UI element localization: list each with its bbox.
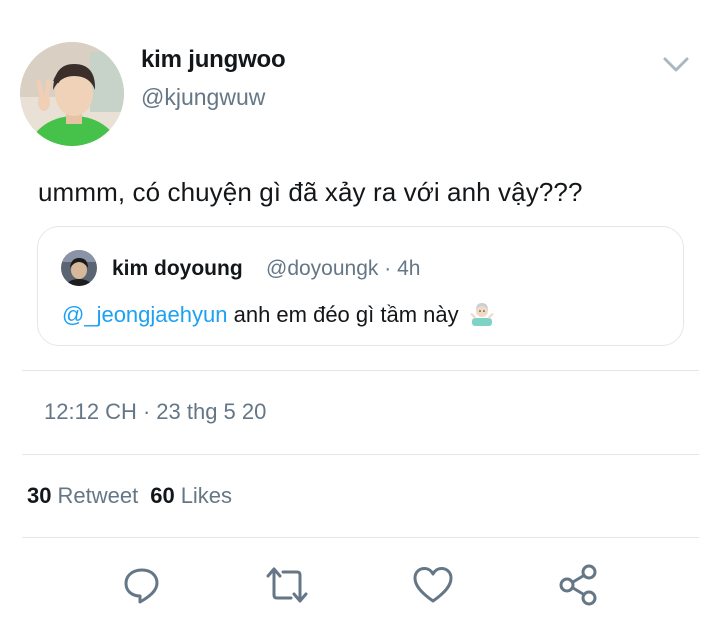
person-shrugging-emoji-icon (469, 303, 494, 326)
share-icon (559, 564, 597, 606)
divider (22, 454, 699, 455)
quoted-author-avatar[interactable] (61, 250, 97, 286)
like-label[interactable]: Likes (181, 483, 232, 508)
quoted-meta: @doyoungk · 4h (266, 257, 420, 281)
quoted-mention-link[interactable]: @_jeongjaehyun (62, 302, 227, 327)
tweet-date: 23 thg 5 20 (156, 399, 267, 424)
quoted-author-name[interactable]: kim doyoung (112, 257, 243, 281)
reply-icon (124, 568, 159, 604)
quoted-author-handle[interactable]: @doyoungk (266, 257, 378, 280)
tweet-text: ummm, có chuyện gì đã xảy ra với anh vậy… (38, 177, 583, 207)
engagement-stats: 30 Retweet 60 Likes (27, 483, 244, 509)
reply-button[interactable] (120, 563, 164, 607)
author-handle[interactable]: @kjungwuw (141, 84, 265, 111)
quoted-age: 4h (397, 257, 421, 280)
share-button[interactable] (556, 563, 600, 607)
author-avatar[interactable] (20, 42, 124, 146)
retweet-label[interactable]: Retweet (57, 483, 138, 508)
like-icon (413, 567, 453, 603)
like-button[interactable] (411, 563, 455, 607)
quoted-avatar-image (61, 250, 97, 286)
quoted-text-line: @_jeongjaehyun anh em đéo gì tầm này (62, 300, 495, 328)
quoted-tweet-card[interactable]: kim doyoung @doyoungk · 4h @_jeongjaehyu… (37, 226, 684, 346)
tweet-time: 12:12 CH (44, 399, 137, 424)
tweet-detail: kim jungwoo @kjungwuw ummm, có chuyện gì… (0, 0, 719, 622)
chevron-down-icon[interactable] (661, 54, 691, 76)
retweet-count: 30 (27, 483, 52, 508)
author-avatar-image (20, 42, 124, 146)
quoted-separator: · (384, 257, 392, 280)
author-name[interactable]: kim jungwoo (141, 46, 286, 74)
tweet-timestamp[interactable]: 12:12 CH · 23 thg 5 20 (44, 399, 266, 425)
divider (22, 537, 699, 538)
quoted-text: anh em đéo gì tầm này (233, 302, 459, 327)
retweet-button[interactable] (265, 563, 309, 607)
timestamp-separator: · (142, 399, 151, 424)
divider (22, 370, 699, 371)
like-count: 60 (150, 483, 175, 508)
retweet-icon (266, 567, 308, 603)
